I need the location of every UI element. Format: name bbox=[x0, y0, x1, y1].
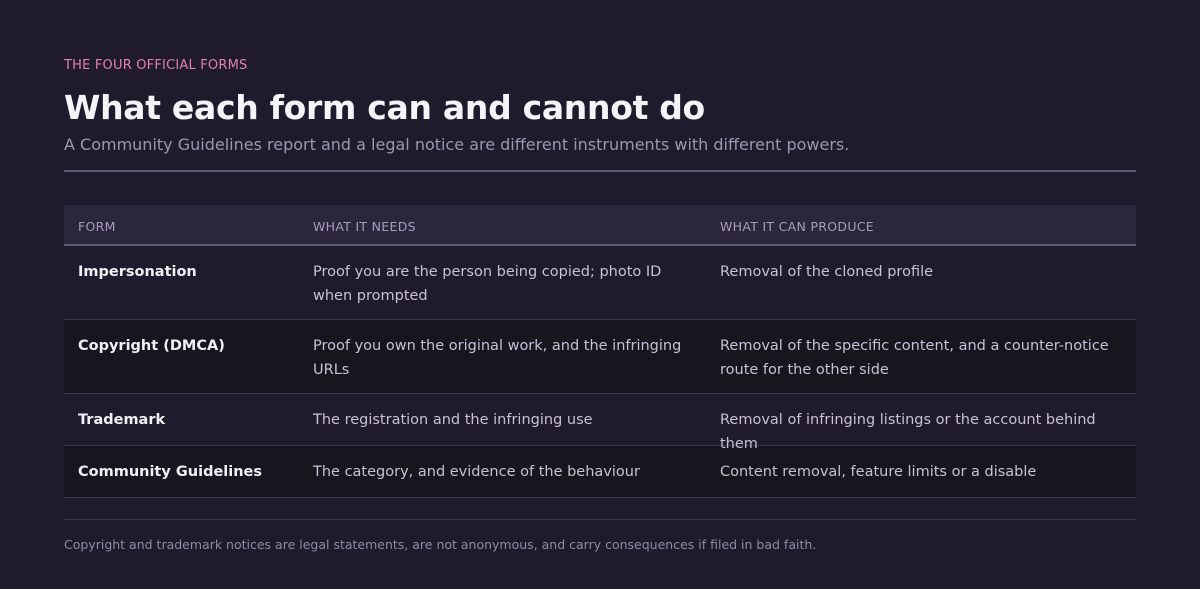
form-produces: Content removal, feature limits or a dis… bbox=[720, 464, 1037, 480]
form-name: Community Guidelines bbox=[78, 464, 263, 480]
page-title: What each form can and cannot do bbox=[64, 88, 705, 127]
form-produces: Removal of the cloned profile bbox=[720, 264, 934, 280]
column-header-produces: WHAT IT CAN PRODUCE bbox=[720, 218, 875, 234]
form-name: Trademark bbox=[78, 412, 166, 428]
column-header-needs: WHAT IT NEEDS bbox=[313, 218, 416, 234]
form-needs: The registration and the infringing use bbox=[313, 412, 593, 428]
page-subtitle: A Community Guidelines report and a lega… bbox=[64, 135, 850, 154]
table-header-row: FORM WHAT IT NEEDS WHAT IT CAN PRODUCE bbox=[64, 205, 1136, 246]
footnote-divider bbox=[64, 519, 1136, 520]
footnote: Copyright and trademark notices are lega… bbox=[64, 537, 817, 552]
eyebrow-label: THE FOUR OFFICIAL FORMS bbox=[64, 58, 248, 73]
table-row: Trademark The registration and the infri… bbox=[64, 394, 1136, 452]
form-needs: Proof you are the person being copied; p… bbox=[313, 264, 662, 304]
title-divider bbox=[64, 170, 1136, 172]
column-header-form: FORM bbox=[78, 218, 116, 234]
form-name: Copyright (DMCA) bbox=[78, 338, 225, 354]
page: THE FOUR OFFICIAL FORMS What each form c… bbox=[0, 0, 1200, 589]
form-needs: The category, and evidence of the behavi… bbox=[313, 464, 640, 480]
form-produces: Removal of the specific content, and a c… bbox=[720, 338, 1109, 378]
table-row: Copyright (DMCA) Proof you own the origi… bbox=[64, 320, 1136, 394]
table-row: Impersonation Proof you are the person b… bbox=[64, 246, 1136, 320]
form-name: Impersonation bbox=[78, 264, 197, 280]
form-needs: Proof you own the original work, and the… bbox=[313, 338, 682, 378]
form-produces: Removal of infringing listings or the ac… bbox=[720, 412, 1096, 452]
forms-table: FORM WHAT IT NEEDS WHAT IT CAN PRODUCE I… bbox=[64, 205, 1136, 498]
